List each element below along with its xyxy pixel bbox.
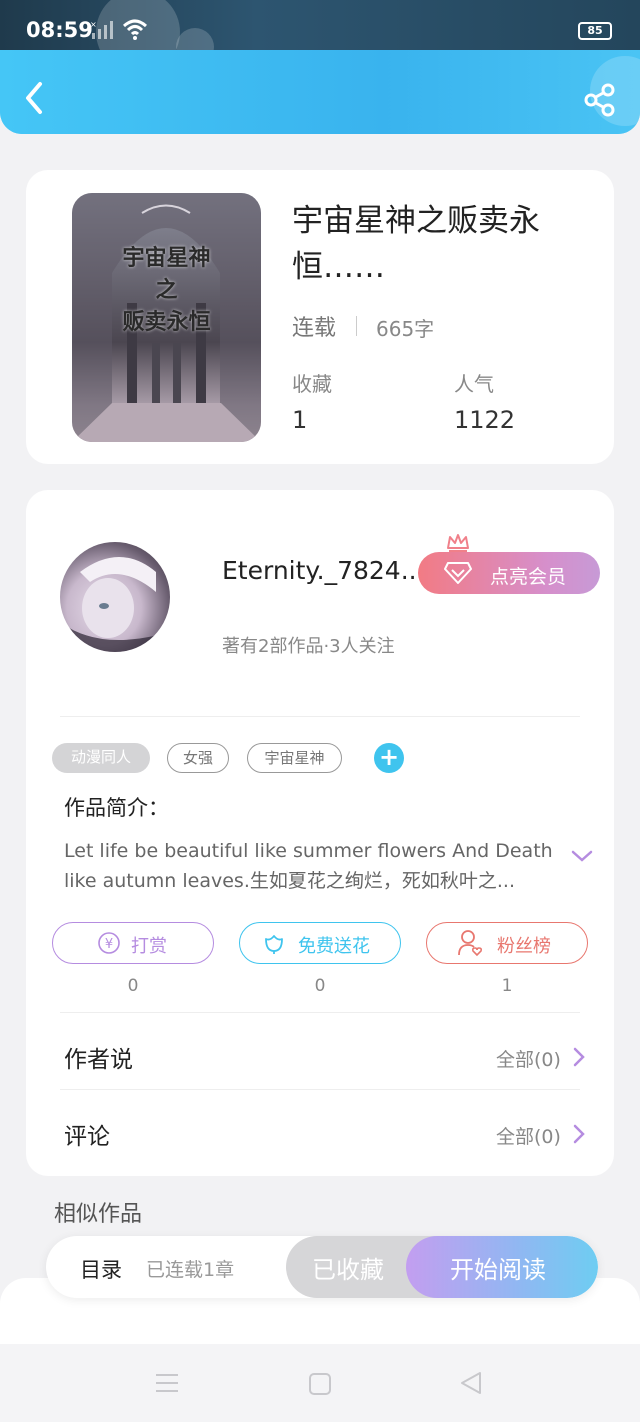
tag-item[interactable]: 女强 bbox=[167, 743, 229, 773]
fans-icon bbox=[458, 930, 483, 957]
status-bar: 08:59 × 85 bbox=[0, 0, 640, 74]
intro-text: Let life be beautiful like summer flower… bbox=[64, 840, 553, 892]
divider bbox=[356, 316, 357, 336]
vip-button[interactable]: 点亮会员 bbox=[418, 552, 600, 594]
cover-line: 宇宙星神 bbox=[122, 246, 211, 271]
crown-icon bbox=[447, 534, 469, 552]
send-flower-button-label: 免费送花 bbox=[298, 936, 370, 957]
chevron-right-icon bbox=[573, 1047, 585, 1067]
stat-label-popularity: 人气 bbox=[454, 372, 494, 396]
stat-value-favorites: 1 bbox=[292, 406, 308, 434]
book-cover[interactable]: 宇宙星神 之 贩卖永恒 bbox=[72, 193, 261, 442]
nav-bar bbox=[0, 50, 640, 134]
fans-count: 1 bbox=[501, 976, 513, 996]
avatar[interactable] bbox=[60, 542, 170, 652]
home-icon[interactable] bbox=[308, 1372, 332, 1396]
tag-item[interactable]: 动漫同人 bbox=[52, 743, 150, 773]
status-time: 08:59 bbox=[26, 18, 93, 42]
battery-indicator: 85 bbox=[578, 22, 612, 40]
add-tag-button[interactable]: + bbox=[374, 743, 404, 773]
reward-count: 0 bbox=[127, 976, 139, 996]
row-link[interactable]: 全部(0) bbox=[496, 1122, 561, 1149]
app-header: 08:59 × 85 bbox=[0, 0, 640, 134]
book-status: 连载 bbox=[292, 316, 337, 341]
favorited-button-label: 已收藏 bbox=[312, 1256, 384, 1284]
author-meta: 著有2部作品·3人关注 bbox=[222, 636, 395, 657]
flower-icon bbox=[265, 935, 283, 954]
share-icon[interactable] bbox=[582, 82, 618, 118]
start-reading-button-label: 开始阅读 bbox=[450, 1256, 546, 1284]
divider bbox=[60, 1089, 580, 1090]
chapter-count: 已连载1章 bbox=[146, 1259, 235, 1281]
vip-button-label: 点亮会员 bbox=[490, 566, 567, 588]
cover-title-text: 宇宙星神 之 贩卖永恒 bbox=[72, 243, 261, 339]
intro-title: 作品简介： bbox=[64, 796, 169, 820]
stat-label-favorites: 收藏 bbox=[292, 372, 332, 396]
yen-icon: ¥ bbox=[98, 932, 120, 954]
book-info-card: 宇宙星神 之 贩卖永恒 宇宙星神之贩卖永恒…… 连载 665字 收藏 1 人气 … bbox=[26, 170, 614, 464]
reward-button[interactable]: ¥ 打赏 bbox=[52, 922, 214, 964]
author-card: Eternity._7824... 著有2部作品·3人关注 点亮会员 动漫同人 … bbox=[26, 490, 614, 1176]
diamond-icon bbox=[444, 562, 472, 584]
menu-icon[interactable] bbox=[154, 1372, 180, 1394]
divider bbox=[60, 1012, 580, 1013]
fans-ranking-button-label: 粉丝榜 bbox=[497, 936, 551, 957]
row-title: 作者说 bbox=[64, 1047, 133, 1073]
bottom-action-bar: 目录 已连载1章 已收藏 开始阅读 bbox=[46, 1236, 598, 1298]
signal-icon: × bbox=[90, 20, 113, 39]
similar-works-title: 相似作品 bbox=[54, 1202, 143, 1227]
start-reading-button[interactable]: 开始阅读 bbox=[406, 1236, 598, 1298]
row-link[interactable]: 全部(0) bbox=[496, 1045, 561, 1072]
row-title: 评论 bbox=[64, 1124, 110, 1150]
tag-item[interactable]: 宇宙星神 bbox=[247, 743, 342, 773]
back-triangle-icon[interactable] bbox=[458, 1370, 484, 1396]
system-nav-bar bbox=[0, 1344, 640, 1422]
flower-count: 0 bbox=[314, 976, 326, 996]
chevron-down-icon[interactable] bbox=[570, 848, 594, 864]
avatar-illustration bbox=[60, 557, 170, 652]
svg-text:¥: ¥ bbox=[105, 937, 113, 952]
stat-value-popularity: 1122 bbox=[454, 406, 516, 434]
divider bbox=[60, 716, 580, 717]
author-name[interactable]: Eternity._7824... bbox=[222, 556, 425, 585]
send-flower-button[interactable]: 免费送花 bbox=[239, 922, 401, 964]
chevron-right-icon bbox=[573, 1124, 585, 1144]
cover-line: 贩卖永恒 bbox=[122, 310, 211, 335]
back-icon[interactable] bbox=[20, 78, 50, 118]
toc-button[interactable]: 目录 bbox=[80, 1254, 122, 1284]
word-count: 665字 bbox=[376, 317, 435, 341]
cover-line: 之 bbox=[155, 278, 178, 303]
book-title: 宇宙星神之贩卖永恒…… bbox=[292, 203, 540, 285]
fans-ranking-button[interactable]: 粉丝榜 bbox=[426, 922, 588, 964]
svg-text:×: × bbox=[90, 20, 97, 29]
reward-button-label: 打赏 bbox=[131, 936, 167, 957]
wifi-icon bbox=[122, 19, 148, 40]
